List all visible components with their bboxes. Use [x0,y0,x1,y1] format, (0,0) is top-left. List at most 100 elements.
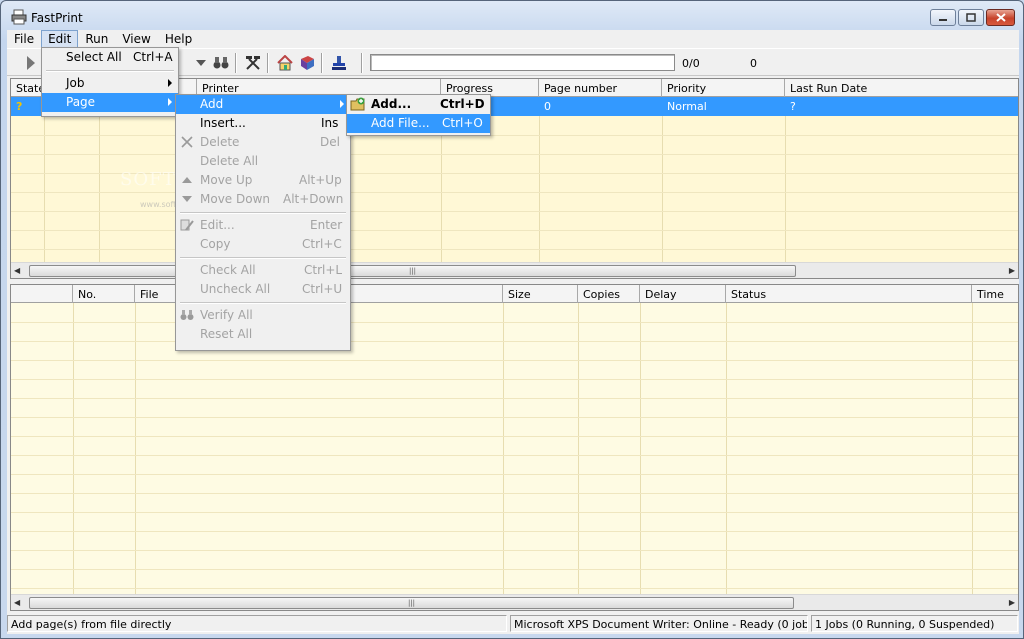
pages-grid[interactable]: No. File Size Copies Delay Status Time ◀… [10,284,1019,611]
book-icon[interactable] [297,53,317,73]
menu-delete-all[interactable]: Delete All [176,152,350,171]
col-page-number[interactable]: Page number [539,79,662,97]
menu-move-down-label: Move Down [200,192,270,206]
edit-page-icon [179,217,195,233]
jobs-horizontal-scrollbar[interactable]: ◀ ||| ▶ [11,262,1018,278]
status-bar: Add page(s) from file directly Microsoft… [7,613,1019,634]
run-icon[interactable] [21,53,41,73]
col-last-run-date[interactable]: Last Run Date [785,79,1018,97]
col-check[interactable] [11,285,73,303]
menu-insert-label: Insert... [200,116,246,130]
menu-file[interactable]: File [7,30,41,48]
maximize-button[interactable] [958,9,984,26]
row-priority: Normal [667,100,707,113]
row-last-run: ? [790,100,796,113]
menu-add-page[interactable]: Add... Ctrl+D [347,95,490,114]
menu-delete-shortcut: Del [320,135,340,149]
delete-x-icon [179,134,195,150]
pages-grid-header: No. File Size Copies Delay Status Time [11,285,1018,303]
binoculars-icon [179,307,195,323]
menu-add-page-label: Add... [371,97,412,111]
menu-add-file-label: Add File... [371,116,430,130]
pages-scroll-thumb[interactable]: ||| [29,597,794,609]
scroll-left-icon[interactable]: ◀ [14,598,20,607]
menu-page-label: Page [66,95,96,109]
col-status[interactable]: Status [726,285,972,303]
menu-copy[interactable]: Copy Ctrl+C [176,235,350,254]
menu-delete[interactable]: Delete Del [176,133,350,152]
menu-delete-label: Delete [200,135,240,149]
menu-check-all-shortcut: Ctrl+L [304,263,343,277]
menu-select-all[interactable]: Select All Ctrl+A [42,48,178,67]
menu-uncheck-all[interactable]: Uncheck All Ctrl+U [176,280,350,299]
menu-check-all-label: Check All [200,263,256,277]
menu-reset-all[interactable]: Reset All [176,325,350,344]
status-printer: Microsoft XPS Document Writer: Online - … [510,615,808,632]
menu-select-all-shortcut: Ctrl+A [133,50,173,64]
menu-bar: File Edit Run View Help [7,30,1019,48]
col-time[interactable]: Time [972,285,1018,303]
window-title: FastPrint [31,11,83,25]
col-size[interactable]: Size [503,285,578,303]
binoculars-icon[interactable] [211,53,231,73]
tools-icon[interactable] [243,53,263,73]
close-button[interactable] [986,9,1015,26]
menu-delete-all-label: Delete All [200,154,259,168]
dropdown-arrow-icon[interactable] [191,53,211,73]
menu-move-down-shortcut: Alt+Down [283,192,344,206]
col-delay[interactable]: Delay [640,285,726,303]
client-area: File Edit Run View Help 0/0 0 State Prin… [7,30,1019,634]
menu-add-file-shortcut: Ctrl+O [442,116,483,130]
page-counter: 0/0 [682,57,700,70]
menu-edit-label: Edit... [200,218,235,232]
scroll-right-icon[interactable]: ▶ [1009,266,1015,275]
status-hint: Add page(s) from file directly [7,615,507,632]
menu-view[interactable]: View [115,30,157,48]
menu-add[interactable]: Add [176,95,350,114]
pages-horizontal-scrollbar[interactable]: ◀ ||| ▶ [11,594,1018,610]
page-submenu: Add Insert... Ins Delete Del Delete All … [175,94,351,351]
menu-move-down[interactable]: Move Down Alt+Down [176,190,350,209]
menu-insert[interactable]: Insert... Ins [176,114,350,133]
menu-add-file[interactable]: Add File... Ctrl+O [347,114,490,133]
menu-verify-all-label: Verify All [200,308,253,322]
row-state: ? [16,100,23,113]
col-no[interactable]: No. [73,285,135,303]
menu-check-all[interactable]: Check All Ctrl+L [176,261,350,280]
menu-add-page-shortcut: Ctrl+D [440,97,485,111]
menu-copy-label: Copy [200,237,231,251]
row-page-number: 0 [544,100,551,113]
status-jobs: 1 Jobs (0 Running, 0 Suspended) [811,615,1018,632]
menu-add-label: Add [200,97,224,111]
menu-insert-shortcut: Ins [321,116,339,130]
menu-page[interactable]: Page [42,93,178,112]
menu-edit[interactable]: Edit [41,30,79,48]
menu-move-up[interactable]: Move Up Alt+Up [176,171,350,190]
scroll-right-icon[interactable]: ▶ [1009,598,1015,607]
progress-bar [370,54,675,71]
col-copies[interactable]: Copies [578,285,640,303]
scroll-left-icon[interactable]: ◀ [14,266,20,275]
menu-uncheck-all-shortcut: Ctrl+U [302,282,343,296]
menu-move-up-shortcut: Alt+Up [299,173,342,187]
col-state[interactable]: State [11,79,44,97]
add-submenu: Add... Ctrl+D Add File... Ctrl+O [346,94,491,136]
add-folder-icon [350,96,366,112]
menu-help[interactable]: Help [158,30,199,48]
menu-verify-all[interactable]: Verify All [176,306,350,325]
arrow-down-icon [179,191,195,207]
menu-reset-all-label: Reset All [200,327,253,341]
menu-run[interactable]: Run [78,30,115,48]
menu-job[interactable]: Job [42,74,178,93]
menu-copy-shortcut: Ctrl+C [302,237,342,251]
minimize-button[interactable] [930,9,956,26]
jobs-scroll-thumb[interactable]: ||| [29,265,796,277]
col-priority[interactable]: Priority [662,79,785,97]
submenu-arrow-icon [340,100,344,108]
title-bar[interactable]: FastPrint [1,1,1023,31]
printer-toolbar-icon[interactable] [329,53,349,73]
home-icon[interactable] [275,53,295,73]
menu-job-label: Job [66,76,85,90]
menu-edit-page[interactable]: Edit... Enter [176,216,350,235]
menu-uncheck-all-label: Uncheck All [200,282,271,296]
